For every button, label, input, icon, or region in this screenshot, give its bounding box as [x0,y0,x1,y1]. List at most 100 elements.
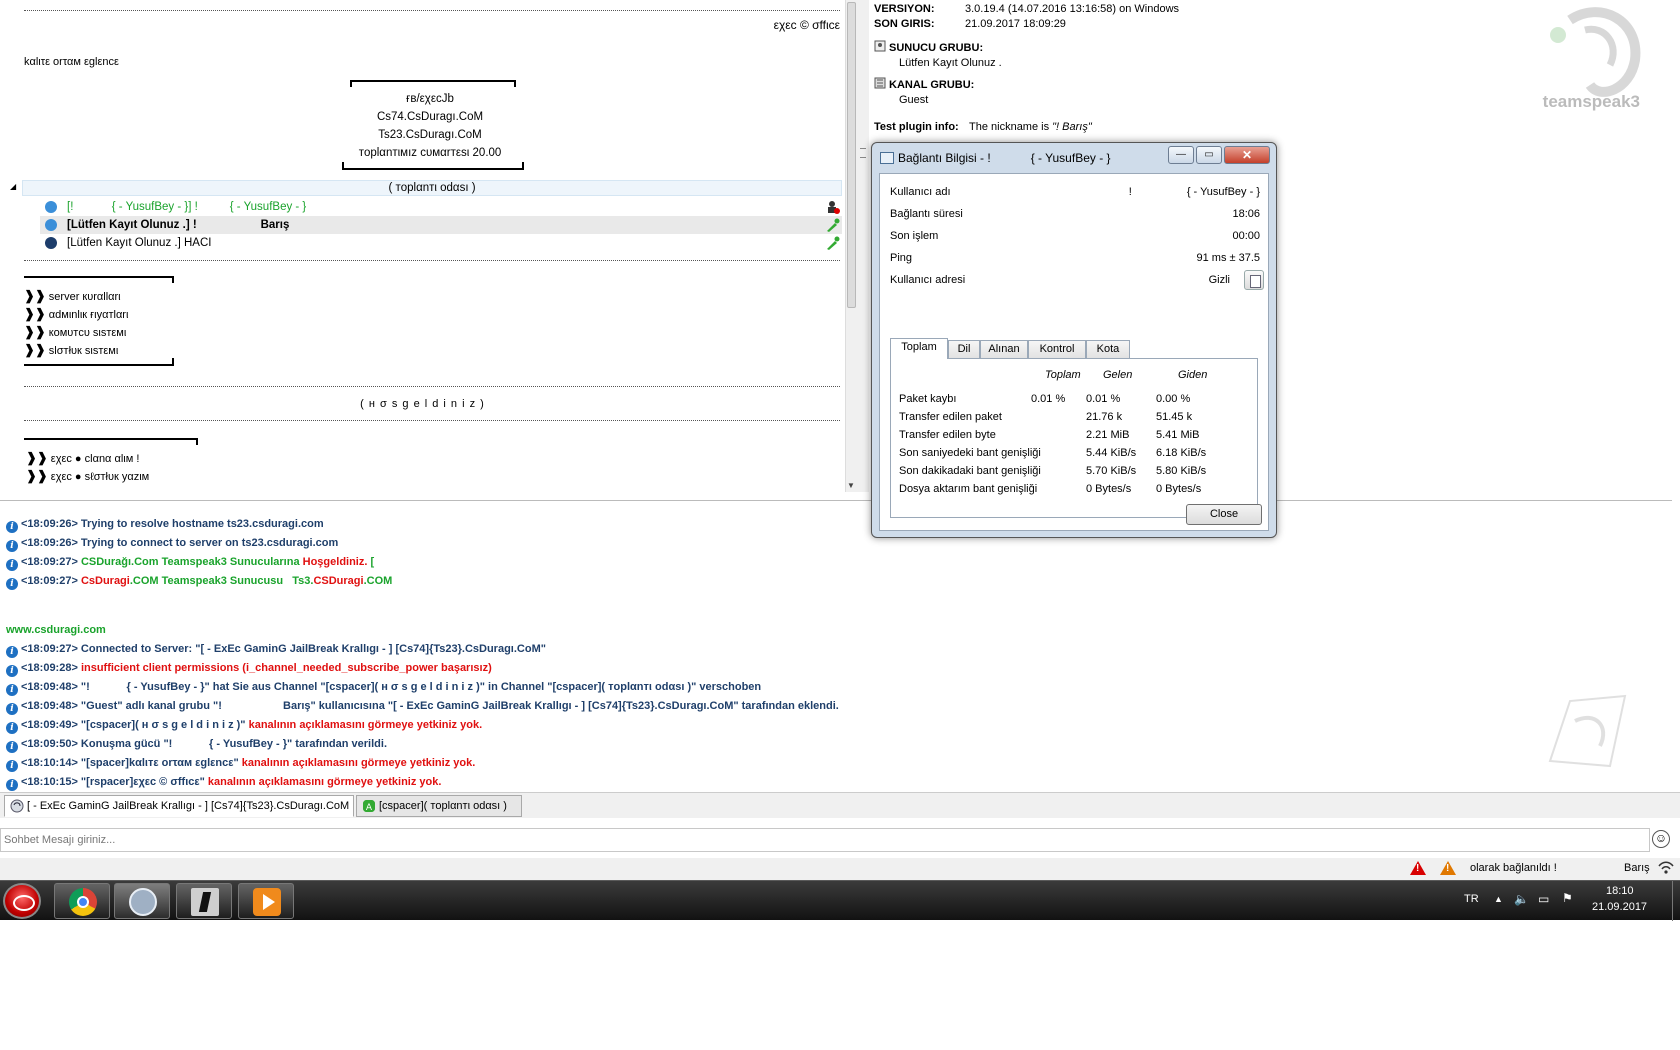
dialog-body: Kullanıcı adı! { - YusufBey - } Bağlantı… [879,173,1269,531]
chat-text: <18:10:14> "[spacer]kαlιтε οrταм εglεncε… [21,757,242,769]
show-hidden-icons-icon[interactable]: ▲ [1494,894,1503,904]
tab-total[interactable]: Toplam [890,338,948,359]
tab-control[interactable]: Kontrol [1028,340,1086,358]
chat-line: i <18:09:48> "Guest" adlı kanal grubu "! … [6,697,839,715]
dialog-titlebar[interactable]: Bağlantı Bilgisi - ! { - YusufBey - } — … [872,143,1276,171]
scrollbar-thumb[interactable] [847,2,856,308]
tab-channel[interactable]: A [cspacer]( тoplαnтι odαsı ) [356,795,522,817]
chat-text: <18:09:27> [21,556,81,568]
spacer-rules[interactable]: ❱❱ server кυrαllαrι [24,288,121,304]
stat-row: Transfer edilen byte 2.21 MiB 5.41 MiB [891,427,1257,445]
decor-tick [342,162,344,169]
splitter-grip [860,148,866,158]
clock-date[interactable]: 21.09.2017 [1592,901,1647,913]
close-window-button[interactable]: ✕ [1224,146,1270,164]
tree-scrollbar[interactable]: ▼ [845,0,857,492]
taskbar-counter-strike[interactable] [176,883,232,919]
client-name: [Lütfen Kayıt Olunuz .] HACI [67,237,212,249]
language-indicator[interactable]: TR [1464,893,1479,905]
spacer-office-text[interactable]: εχεc © σffιcε [774,18,840,32]
stat-label: Son saniyedeki bant genişliği [899,447,1041,459]
chat-line: i <18:09:27> Connected to Server: "[ - Ex… [6,640,546,658]
tab-received[interactable]: Alınan [980,340,1028,358]
volume-icon[interactable]: 🔈 [1514,892,1529,906]
channel-tree[interactable]: εχεc © σffιcε kαlιτε οrταм εglεncε ғв/εχ… [0,0,845,492]
spacer-commander-system[interactable]: ❱❱ кoмυтcυ sιsтεмι [24,324,126,340]
pane-splitter[interactable] [857,0,869,492]
decor-tick [514,80,516,87]
stat-label: Paket kaybı [899,393,957,405]
connection-info-dialog[interactable]: Bağlantı Bilgisi - ! { - YusufBey - } — … [871,142,1277,538]
chat-line: www.csduragi.com [6,621,106,639]
chat-text: Hoşgeldiniz. [302,556,368,568]
scroll-down-icon[interactable]: ▼ [847,481,855,490]
stats-panel: Toplam Gelen Giden Paket kaybı 0.01 % 0.01… [890,358,1258,518]
stat-row: Transfer edilen paket 21.76 k 51.45 k [891,409,1257,427]
spacer-clan-recruit[interactable]: ❱❱ εχεc ● clαnα αlιм ! [26,450,139,466]
chat-text: [ [367,556,375,568]
chat-text: <18:09:49> "[cspacer]( н σ s g e l d i n… [21,719,249,731]
stat-header-out: Giden [1178,369,1208,381]
stat-in: 21.76 k [1086,411,1123,423]
stat-label: Son dakikadaki bant genişliği [899,465,1041,477]
maximize-button[interactable]: ▭ [1196,146,1222,164]
close-button[interactable]: Close [1186,504,1262,525]
kv-ping: Ping 91 ms ± 37.5 [890,252,1260,264]
chat-line: i <18:10:15> "[rspacer]εχεc © σffιcε" kan… [6,773,441,791]
taskbar-chrome[interactable] [54,883,110,919]
chat-line: i <18:09:28> insufficient client permissi… [6,659,492,677]
show-desktop-button[interactable] [1672,881,1680,921]
client-row-3[interactable]: [Lütfen Kayıt Olunuz .] HACI [40,234,842,252]
start-button[interactable] [3,883,41,919]
channel-admin-icon [828,201,840,214]
spacer-tagline[interactable]: kαlιτε οrταм εglεncε [24,56,119,68]
spacer-welcome[interactable]: ( н σ s g e l d i n i z ) [0,398,845,410]
spacer-center-block[interactable]: ғв/εχεcJb Cs74.CsDuragı.CoM Ts23.CsDurag… [330,90,530,162]
stat-out: 6.18 KiB/s [1156,447,1207,459]
network-icon[interactable]: ▭ [1538,892,1549,906]
spacer-dots [24,420,840,421]
chat-line: i <18:09:26> Trying to resolve hostname t… [6,515,324,533]
copy-icon[interactable] [1244,270,1264,290]
spacer-line: ғв/εχεcJb [406,93,454,105]
chat-log[interactable]: i <18:09:26> Trying to resolve hostname t… [0,500,1672,794]
stat-in: 2.21 MiB [1086,429,1130,441]
clock-time[interactable]: 18:10 [1606,885,1634,897]
decor-tick [522,162,524,169]
tab-quota[interactable]: Kota [1086,340,1130,358]
spacer-slot-system[interactable]: ❱❱ slσтłυк sιsтεмι [24,342,118,358]
decor-bar [342,168,524,170]
stat-row: Son dakikadaki bant genişliği 5.70 KiB/s 5… [891,463,1257,481]
taskbar-media-player[interactable] [238,883,294,919]
spacer-admin-prices[interactable]: ❱❱ αdмιnlιк ғιyαтlαrι [24,306,128,322]
client-status-icon [45,201,57,213]
tab-language[interactable]: Dil [948,340,980,358]
warning-icon[interactable] [1440,861,1456,875]
chat-text: CsDuragi [80,575,130,587]
spacer-slot-writing[interactable]: ❱❱ εχεc ● sℓσтłυк yαzιм [26,468,149,484]
chat-text: insufficient client permissions (i_chann… [80,662,492,674]
chat-message-input[interactable] [0,828,1650,852]
client-row-1[interactable]: [! { - YusufBey - }] ! { - YusufBey - } [40,198,842,216]
tab-server[interactable]: [ - ExEc GaminG JailBreak Krallıgı - ] [… [4,795,354,817]
last-login-label: SON GIRIS: [874,18,935,30]
chat-text: <18:09:27> Connected to Server: "[ - ExE… [21,643,546,655]
emoji-icon[interactable]: ☺ [1652,830,1670,848]
channel-meeting-room[interactable]: ( тoplαnтι odαsı ) [22,180,842,196]
info-icon: i [6,559,18,571]
decor-tick [350,80,352,87]
minimize-button[interactable]: — [1168,146,1194,164]
collapse-arrow-icon[interactable]: ◢ [10,182,16,191]
client-status-icon [45,219,57,231]
info-icon: i [6,722,18,734]
taskbar-teamspeak[interactable] [114,883,170,919]
client-row-2[interactable]: [Lütfen Kayıt Olunuz .] ! Barış [40,216,842,234]
stat-out: 5.80 KiB/s [1156,465,1207,477]
stat-label: Transfer edilen paket [899,411,1002,423]
chat-line: i <18:09:49> "[cspacer]( н σ s g e l d i … [6,716,482,734]
action-center-flag-icon[interactable]: ⚑ [1562,891,1573,905]
spacer-dots [24,386,840,387]
chat-text: <18:09:27> [21,575,81,587]
warning-icon[interactable] [1410,861,1426,875]
talk-power-icon [827,218,840,232]
